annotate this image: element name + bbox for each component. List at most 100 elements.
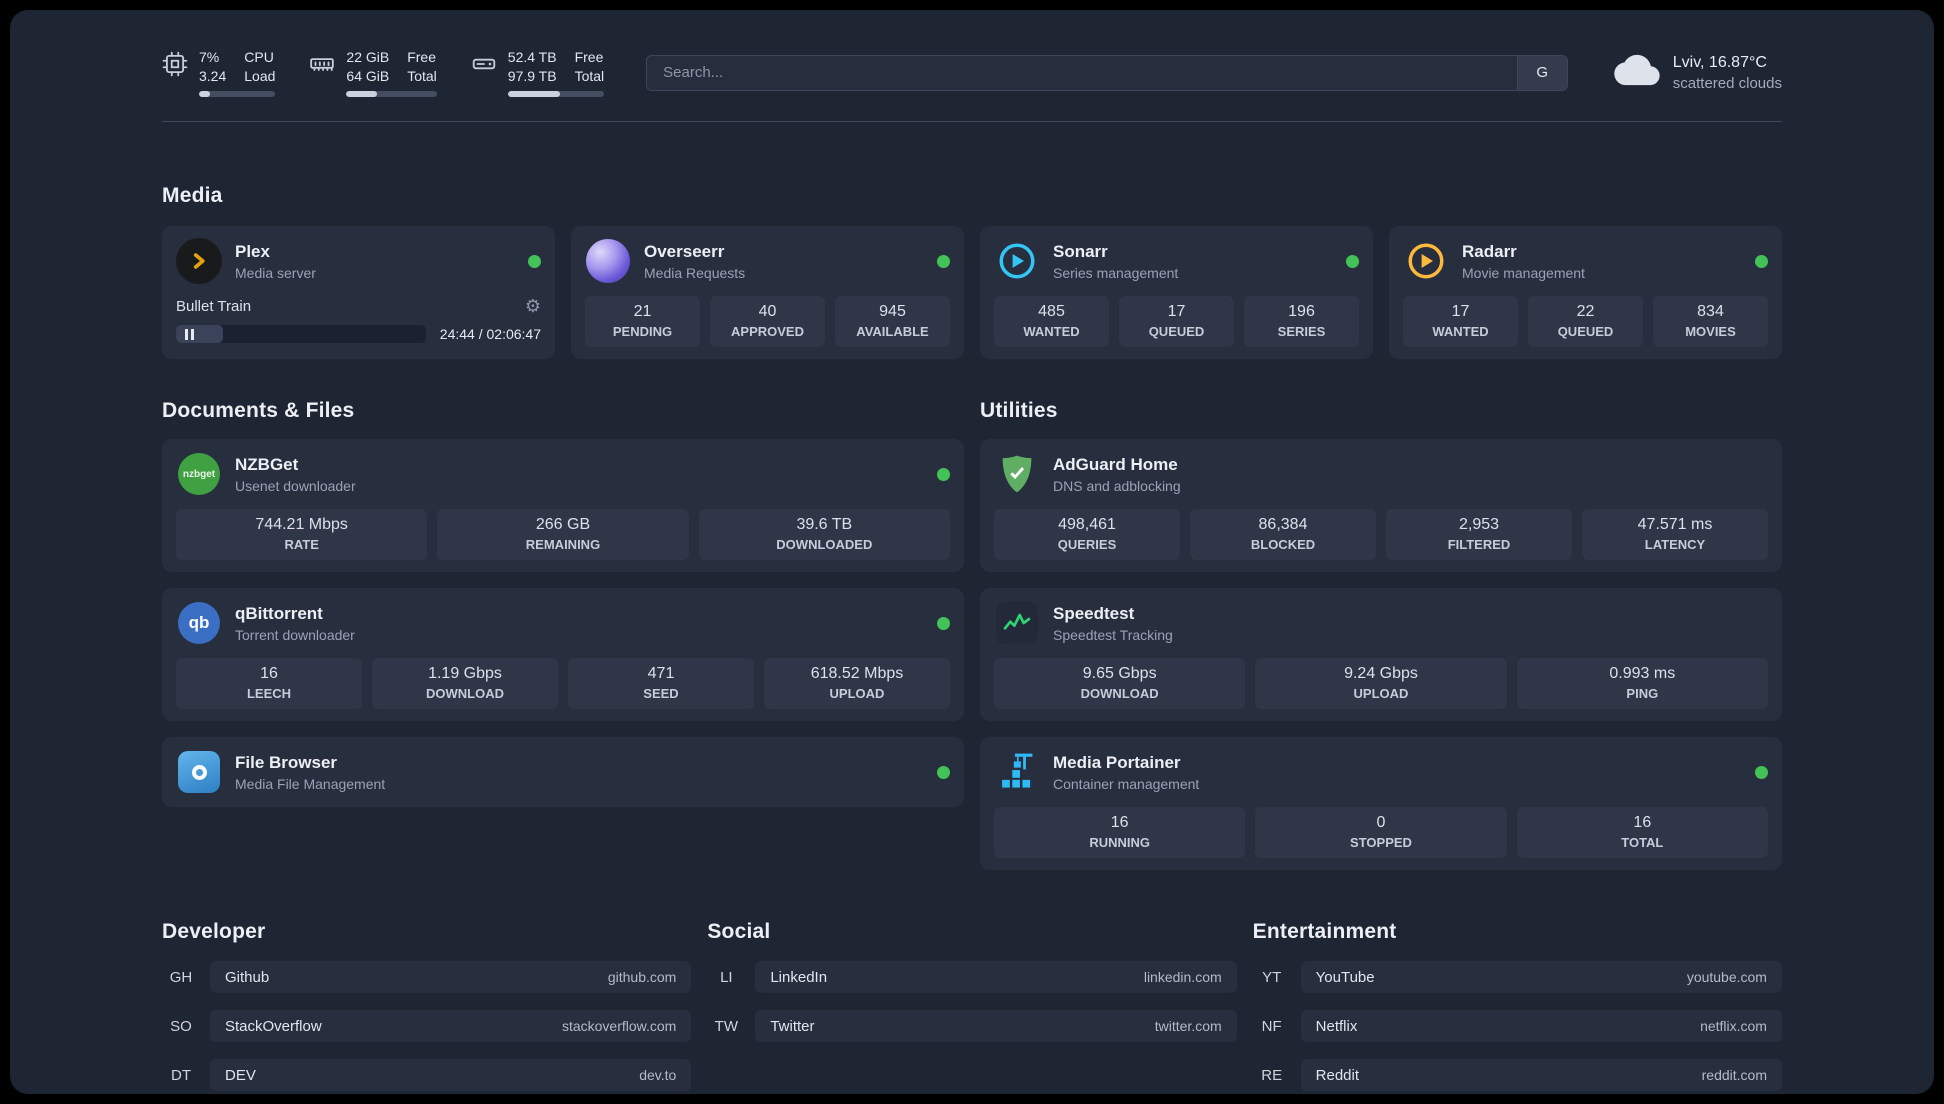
pause-icon[interactable]: [185, 328, 194, 340]
stat-value: 485: [1038, 303, 1065, 321]
stat-tile: 498,461 QUERIES: [994, 509, 1180, 561]
stat-value: 498,461: [1058, 516, 1116, 534]
ram-free-label: Free: [407, 49, 437, 65]
stat-value: 945: [879, 303, 906, 321]
now-playing-title: Bullet Train: [176, 297, 252, 315]
stat-tile: 17 QUEUED: [1119, 296, 1234, 348]
ram-total-label: Total: [407, 68, 437, 85]
link-row: DT DEV dev.to: [162, 1059, 692, 1092]
link-abbr: DT: [171, 1066, 191, 1084]
service-name[interactable]: qBittorrent: [235, 604, 355, 624]
service-subtitle: Movie management: [1462, 264, 1585, 281]
cloud-icon: [1614, 53, 1660, 92]
link-stackoverflow[interactable]: StackOverflow stackoverflow.com: [210, 1010, 692, 1043]
developer-section-title: Developer: [162, 920, 266, 944]
disk-free-label: Free: [574, 49, 604, 65]
filebrowser-icon[interactable]: [178, 751, 220, 794]
filebrowser-card[interactable]: File Browser Media File Management: [162, 737, 964, 808]
stat-label: REMAINING: [525, 537, 601, 553]
speedtest-card[interactable]: Speedtest Speedtest Tracking 9.65 Gbps D…: [980, 588, 1782, 722]
documents-section-title: Documents & Files: [162, 399, 355, 423]
stat-value: 0.993 ms: [1609, 665, 1676, 683]
stat-label: QUERIES: [1057, 537, 1117, 553]
gear-icon[interactable]: ⚙: [525, 297, 541, 315]
stat-label: AVAILABLE: [856, 324, 929, 340]
stat-label: APPROVED: [731, 324, 804, 340]
link-github[interactable]: Github github.com: [210, 961, 692, 994]
link-youtube[interactable]: YouTube youtube.com: [1300, 961, 1782, 994]
stat-tile: 39.6 TB DOWNLOADED: [698, 509, 950, 561]
service-subtitle: Media File Management: [235, 775, 386, 792]
link-reddit[interactable]: Reddit reddit.com: [1300, 1059, 1782, 1092]
link-twitter[interactable]: Twitter twitter.com: [755, 1010, 1237, 1043]
search-engine-button[interactable]: G: [1516, 55, 1567, 90]
cpu-widget: 7% CPU 3.24 Load: [162, 48, 276, 98]
stat-tile: 9.24 Gbps UPLOAD: [1255, 658, 1507, 710]
service-name[interactable]: Media Portainer: [1053, 753, 1199, 773]
stat-label: QUEUED: [1148, 324, 1205, 340]
link-abbr: TW: [714, 1017, 738, 1035]
status-dot: [937, 254, 950, 268]
stat-label: RATE: [284, 537, 319, 553]
nzbget-card[interactable]: nzbget NZBGet Usenet downloader 744.21 M…: [162, 439, 964, 573]
stat-tile: 47.571 ms LATENCY: [1582, 509, 1768, 561]
link-dev[interactable]: DEV dev.to: [210, 1059, 692, 1092]
speedtest-icon[interactable]: [996, 602, 1038, 645]
service-name[interactable]: Sonarr: [1053, 242, 1178, 262]
sonarr-icon[interactable]: [994, 238, 1040, 284]
link-abbr: YT: [1262, 968, 1282, 986]
service-name[interactable]: NZBGet: [235, 455, 356, 475]
service-name[interactable]: File Browser: [235, 753, 385, 773]
seek-bar[interactable]: [176, 325, 426, 344]
link-netflix[interactable]: Netflix netflix.com: [1300, 1010, 1782, 1043]
nzbget-icon[interactable]: nzbget: [178, 453, 220, 496]
search-input[interactable]: [647, 55, 1517, 90]
stat-label: PENDING: [612, 324, 673, 340]
disk-total-label: Total: [574, 68, 605, 85]
disk-progress-bar: [507, 91, 605, 98]
stat-value: 9.24 Gbps: [1344, 665, 1418, 683]
radarr-card[interactable]: Radarr Movie management 17 WANTED 22 QUE…: [1389, 226, 1782, 360]
link-name: DEV: [225, 1066, 256, 1084]
media-section-title: Media: [162, 184, 223, 208]
sonarr-card[interactable]: Sonarr Series management 485 WANTED 17 Q…: [980, 226, 1373, 360]
status-dot: [937, 616, 950, 630]
overseerr-icon[interactable]: [586, 239, 630, 284]
dashboard: 7% CPU 3.24 Load 22 GiB Free 64 GiB Tota…: [10, 10, 1934, 1094]
portainer-icon[interactable]: [994, 749, 1040, 795]
link-abbr: RE: [1261, 1066, 1283, 1084]
stat-value: 40: [758, 303, 777, 321]
stat-tile: 40 APPROVED: [710, 296, 825, 348]
stat-label: PING: [1626, 686, 1659, 702]
service-name[interactable]: Plex: [235, 242, 316, 262]
plex-card[interactable]: Plex Media server Bullet Train ⚙ 24:44 /…: [162, 226, 555, 360]
stat-value: 47.571 ms: [1637, 516, 1713, 534]
stat-value: 618.52 Mbps: [810, 665, 904, 683]
stat-value: 266 GB: [535, 516, 591, 534]
plex-icon[interactable]: [176, 238, 222, 285]
link-url: github.com: [607, 969, 677, 986]
stat-value: 16: [1110, 814, 1129, 832]
qbittorrent-icon[interactable]: qb: [178, 602, 220, 645]
stat-value: 22: [1576, 303, 1595, 321]
service-name[interactable]: Overseerr: [644, 242, 745, 262]
service-subtitle: Torrent downloader: [235, 626, 355, 643]
stat-label: UPLOAD: [829, 686, 885, 702]
adguard-card[interactable]: AdGuard Home DNS and adblocking 498,461 …: [980, 439, 1782, 573]
stat-label: SEED: [643, 686, 679, 702]
radarr-icon[interactable]: [1403, 238, 1449, 284]
portainer-card[interactable]: Media Portainer Container management 16 …: [980, 737, 1782, 871]
service-name[interactable]: Radarr: [1462, 242, 1585, 262]
service-name[interactable]: AdGuard Home: [1053, 455, 1181, 475]
qbittorrent-card[interactable]: qb qBittorrent Torrent downloader 16 LEE…: [162, 588, 964, 722]
stat-label: LEECH: [246, 686, 292, 702]
link-linkedin[interactable]: LinkedIn linkedin.com: [755, 961, 1237, 994]
stat-tile: 618.52 Mbps UPLOAD: [764, 658, 950, 710]
link-url: stackoverflow.com: [561, 1018, 677, 1035]
overseerr-card[interactable]: Overseerr Media Requests 21 PENDING 40 A…: [571, 226, 964, 360]
status-dot: [1755, 254, 1768, 268]
adguard-icon[interactable]: [994, 451, 1040, 497]
link-abbr: SO: [170, 1017, 192, 1035]
service-name[interactable]: Speedtest: [1053, 604, 1173, 624]
stat-value: 9.65 Gbps: [1082, 665, 1157, 683]
